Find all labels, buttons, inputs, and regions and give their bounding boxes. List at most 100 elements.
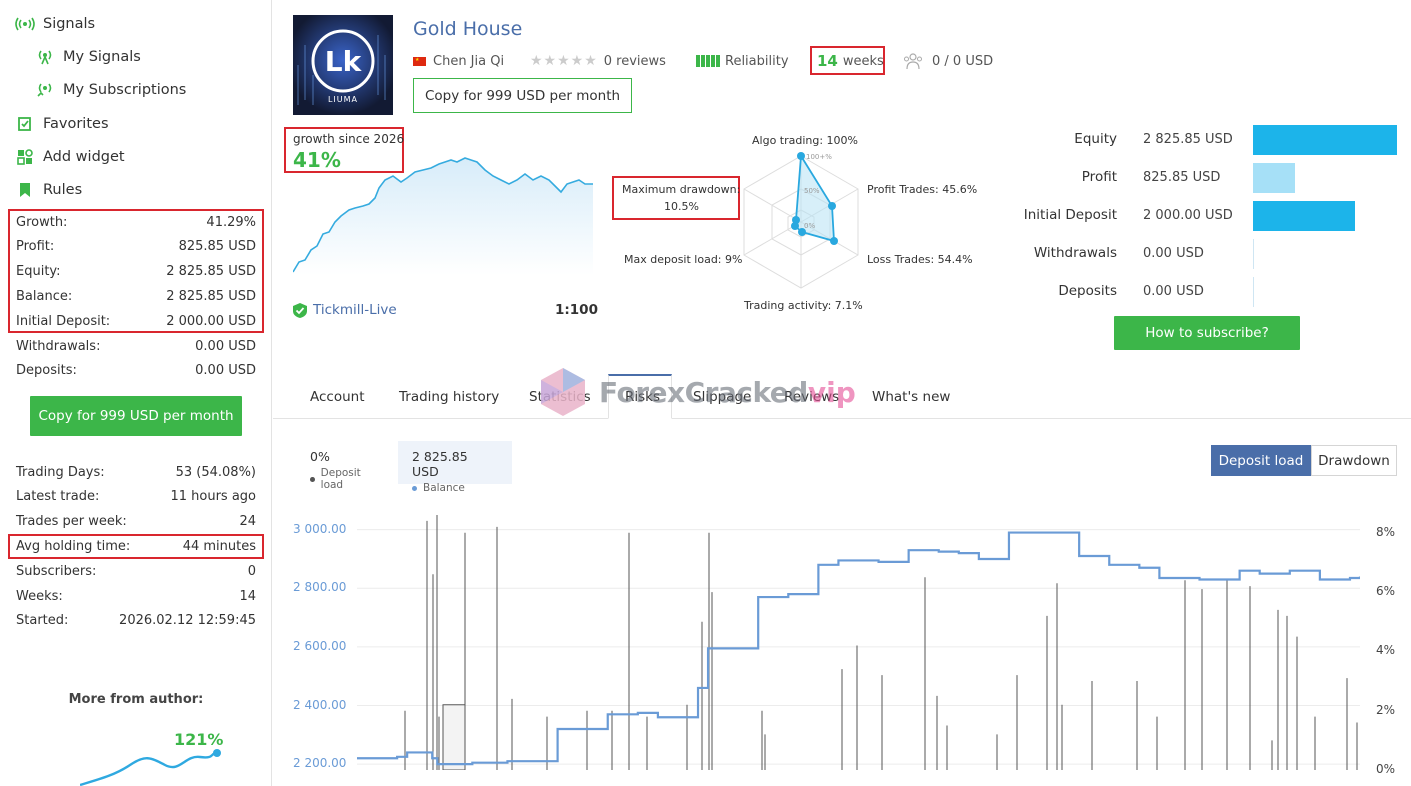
- reliability: Reliability: [696, 52, 789, 70]
- stat-value: 2 000.00 USD: [166, 313, 256, 329]
- legend-balance[interactable]: 2 825.85 USD Balance: [398, 441, 512, 494]
- sidebar-item-signals[interactable]: Signals: [14, 13, 95, 35]
- copy-button-header[interactable]: Copy for 999 USD per month: [413, 78, 632, 113]
- stat-value: 53 (54.08%): [175, 464, 256, 480]
- stat-value: 44 minutes: [182, 538, 256, 554]
- sidebar-item-label: Favorites: [43, 116, 109, 132]
- broker-name[interactable]: Tickmill-Live: [313, 302, 397, 318]
- toggle-drawdown[interactable]: Drawdown: [1311, 445, 1397, 476]
- stat-label: Equity:: [16, 264, 61, 280]
- stat-label: Weeks:: [16, 588, 63, 604]
- summary-label: Profit: [1081, 169, 1117, 185]
- rules-icon: [14, 182, 36, 198]
- radar-chart[interactable]: 100+% 50% 0%: [740, 140, 870, 300]
- y-tick-right: 0%: [1376, 762, 1396, 776]
- leverage: 1:100: [555, 302, 598, 318]
- growth-value: 41%: [293, 148, 341, 172]
- summary-label: Deposits: [1058, 283, 1117, 299]
- y-tick-left: 2 400.00: [293, 697, 347, 712]
- broker-link[interactable]: Tickmill-Live: [293, 302, 397, 318]
- sidebar-item-my-subscriptions[interactable]: My Subscriptions: [34, 79, 186, 101]
- summary-value: 0.00 USD: [1143, 284, 1204, 299]
- stat-label: Balance:: [16, 288, 73, 304]
- stat-label: Latest trade:: [16, 489, 100, 505]
- dot-icon: [310, 476, 315, 482]
- svg-text:0%: 0%: [804, 222, 815, 230]
- toggle-deposit-load[interactable]: Deposit load: [1211, 445, 1311, 476]
- stat-value: 0: [247, 563, 256, 579]
- summary-value: 2 825.85 USD: [1143, 132, 1233, 147]
- stat-row: Deposits: 0.00 USD: [16, 361, 256, 381]
- dot-icon: [412, 485, 417, 491]
- sidebar-item-add-widget[interactable]: Add widget: [14, 146, 125, 168]
- stat-label: Withdrawals:: [16, 338, 101, 354]
- radar-label-max-drawdown: Maximum drawdown:: [622, 183, 741, 196]
- summary-value: 2 000.00 USD: [1143, 208, 1233, 223]
- copy-button[interactable]: Copy for 999 USD per month: [30, 396, 242, 436]
- legend-balance-label: Balance: [423, 482, 465, 494]
- y-tick-right: 8%: [1376, 524, 1396, 539]
- author-mini-chart[interactable]: [80, 745, 230, 786]
- sidebar-item-label: Rules: [43, 182, 83, 198]
- legend-load-label: Deposit load: [320, 467, 361, 491]
- y-tick-left: 2 800.00: [293, 580, 347, 595]
- subscribers-info: 0 / 0 USD: [903, 52, 993, 70]
- summary-value: 0.00 USD: [1143, 246, 1204, 261]
- stat-label: Growth:: [16, 214, 68, 230]
- stat-value: 11 hours ago: [170, 489, 256, 505]
- rating[interactable]: ★★★★★ 0 reviews: [530, 52, 666, 70]
- tab-account[interactable]: Account: [310, 389, 365, 405]
- svg-text:100+%: 100+%: [806, 153, 832, 161]
- summary-label: Equity: [1074, 131, 1117, 147]
- widget-icon: [14, 149, 36, 165]
- tab-divider: [273, 418, 1411, 419]
- stat-value: 41.29%: [206, 214, 256, 230]
- stat-value: 0.00 USD: [195, 363, 256, 379]
- sidebar-item-my-signals[interactable]: My Signals: [34, 46, 141, 68]
- author-name[interactable]: Chen Jia Qi: [433, 54, 504, 69]
- stat-row: Trading Days: 53 (54.08%): [16, 462, 256, 482]
- legend-load-value: 0%: [310, 449, 330, 464]
- stat-label: Subscribers:: [16, 563, 97, 579]
- tab-whats-new[interactable]: What's new: [872, 389, 950, 405]
- signal-icon: [14, 17, 36, 31]
- sidebar-item-rules[interactable]: Rules: [14, 179, 82, 201]
- signal-icon: [34, 82, 56, 98]
- summary-bar: [1253, 201, 1355, 231]
- radar-label-profit-trades: Profit Trades: 45.6%: [867, 183, 978, 196]
- stat-value: 2 825.85 USD: [166, 288, 256, 304]
- tab-risks[interactable]: Risks: [625, 389, 660, 405]
- stat-row: Profit: 825.85 USD: [16, 237, 256, 257]
- tab-trading-history[interactable]: Trading history: [399, 389, 499, 405]
- sidebar: Signals My Signals My Subscriptions Favo…: [0, 0, 272, 786]
- tab-slippage[interactable]: Slippage: [693, 389, 751, 405]
- radar-label-algo: Algo trading: 100%: [752, 134, 859, 147]
- svg-text:Lk: Lk: [325, 45, 363, 78]
- stat-row: Equity: 2 825.85 USD: [16, 262, 256, 282]
- stat-label: Profit:: [16, 239, 55, 255]
- stat-row: Avg holding time: 44 minutes: [16, 536, 256, 556]
- stat-row: Initial Deposit: 2 000.00 USD: [16, 311, 256, 331]
- how-to-subscribe-button[interactable]: How to subscribe?: [1114, 316, 1300, 350]
- tab-statistics[interactable]: Statistics: [529, 389, 591, 405]
- sidebar-item-label: Add widget: [43, 149, 125, 165]
- summary-label: Initial Deposit: [1023, 207, 1117, 223]
- stat-value: 0.00 USD: [195, 338, 256, 354]
- growth-label: growth since 2026: [293, 132, 405, 146]
- stat-value: 24: [239, 514, 256, 530]
- stat-label: Avg holding time:: [16, 538, 131, 554]
- stat-label: Started:: [16, 613, 69, 629]
- radar-value-max-drawdown: 10.5%: [664, 200, 699, 213]
- y-tick-right: 6%: [1376, 584, 1396, 599]
- legend-balance-value: 2 825.85 USD: [412, 449, 468, 479]
- stat-row: Growth: 41.29%: [16, 212, 256, 232]
- radar-label-activity: Trading activity: 7.1%: [744, 299, 863, 312]
- author-info[interactable]: ★ Chen Jia Qi: [413, 52, 504, 70]
- weeks-info: 14 weeks: [817, 52, 884, 70]
- signal-icon: [34, 49, 56, 65]
- tab-reviews[interactable]: Reviews: [784, 389, 839, 405]
- reviews-count[interactable]: 0 reviews: [604, 54, 666, 69]
- risk-chart[interactable]: [357, 515, 1360, 770]
- sidebar-item-favorites[interactable]: Favorites: [14, 113, 109, 135]
- legend-deposit-load[interactable]: 0% Deposit load: [296, 441, 396, 491]
